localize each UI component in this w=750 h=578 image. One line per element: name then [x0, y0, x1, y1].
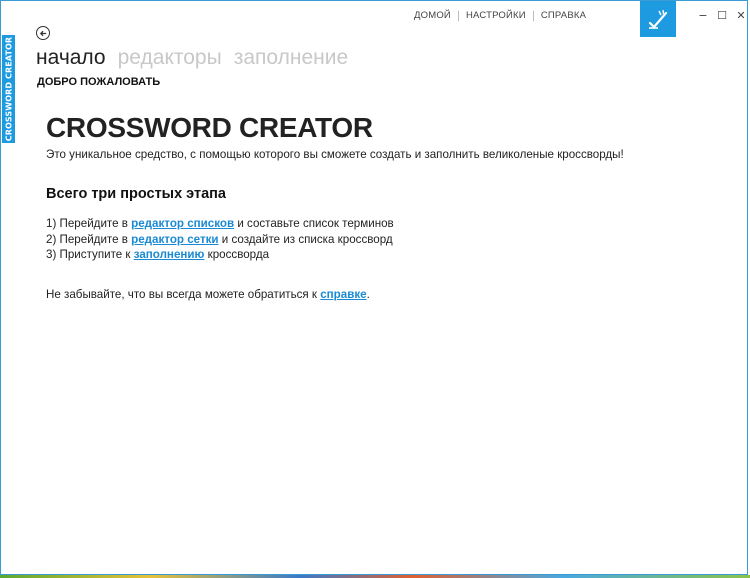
step-text: кроссворда	[204, 248, 270, 261]
step-text: и создайте из списка кроссворд	[218, 232, 393, 246]
help-link[interactable]: справке	[320, 288, 366, 301]
arrow-left-icon	[39, 30, 46, 36]
app-window: CROSSWORD CREATOR начало редакторы запол…	[0, 0, 748, 575]
grid-editor-link[interactable]: редактор сетки	[131, 233, 218, 246]
side-app-label: CROSSWORD CREATOR	[4, 36, 13, 142]
steps-heading: Всего три простых этапа	[46, 186, 226, 202]
welcome-content: CROSSWORD CREATOR Это уникальное средств…	[46, 111, 726, 301]
nav-divider	[532, 10, 534, 21]
tab-filling[interactable]: заполнение	[234, 45, 348, 71]
tab-editors[interactable]: редакторы	[118, 45, 222, 71]
tab-home[interactable]: начало	[36, 45, 106, 71]
steps-list: 1) Перейдите в редактор списков и состав…	[46, 216, 726, 263]
step-item: 2) Перейдите в редактор сетки и создайте…	[46, 232, 726, 248]
back-button[interactable]	[36, 26, 50, 40]
intro-text: Это уникальное средство, с помощью котор…	[46, 148, 624, 161]
help-text: .	[366, 287, 370, 301]
subnav-welcome[interactable]: ДОБРО ПОЖАЛОВАТЬ	[37, 76, 160, 88]
side-app-tab[interactable]: CROSSWORD CREATOR	[2, 35, 15, 143]
pen-check-icon	[648, 9, 668, 29]
step-text: 1) Перейдите в	[46, 217, 132, 230]
app-logo	[640, 1, 676, 37]
filling-link[interactable]: заполнению	[134, 248, 205, 261]
minimize-button[interactable]: −	[697, 9, 709, 23]
nav-help-link[interactable]: СПРАВКА	[541, 10, 586, 21]
step-item: 3) Приступите к заполнению кроссворда	[46, 247, 726, 263]
step-text: 2) Перейдите в	[46, 232, 132, 246]
step-text: и составьте список терминов	[234, 217, 394, 230]
list-editor-link[interactable]: редактор списков	[131, 217, 234, 230]
close-button[interactable]: ✕	[735, 9, 747, 23]
page-title: CROSSWORD CREATOR	[46, 112, 373, 143]
main-tabs: начало редакторы заполнение	[36, 45, 348, 71]
maximize-button[interactable]: ☐	[716, 9, 728, 23]
step-text: 3) Приступите к	[46, 248, 134, 261]
help-note: Не забывайте, что вы всегда можете обрат…	[46, 288, 726, 301]
top-nav: ДОМОЙ НАСТРОЙКИ СПРАВКА	[414, 10, 586, 21]
window-controls: − ☐ ✕	[697, 9, 747, 23]
nav-settings-link[interactable]: НАСТРОЙКИ	[466, 10, 526, 21]
help-text: Не забывайте, что вы всегда можете обрат…	[46, 287, 321, 301]
nav-home-link[interactable]: ДОМОЙ	[414, 10, 451, 21]
nav-divider	[457, 10, 459, 21]
step-item: 1) Перейдите в редактор списков и состав…	[46, 216, 726, 232]
